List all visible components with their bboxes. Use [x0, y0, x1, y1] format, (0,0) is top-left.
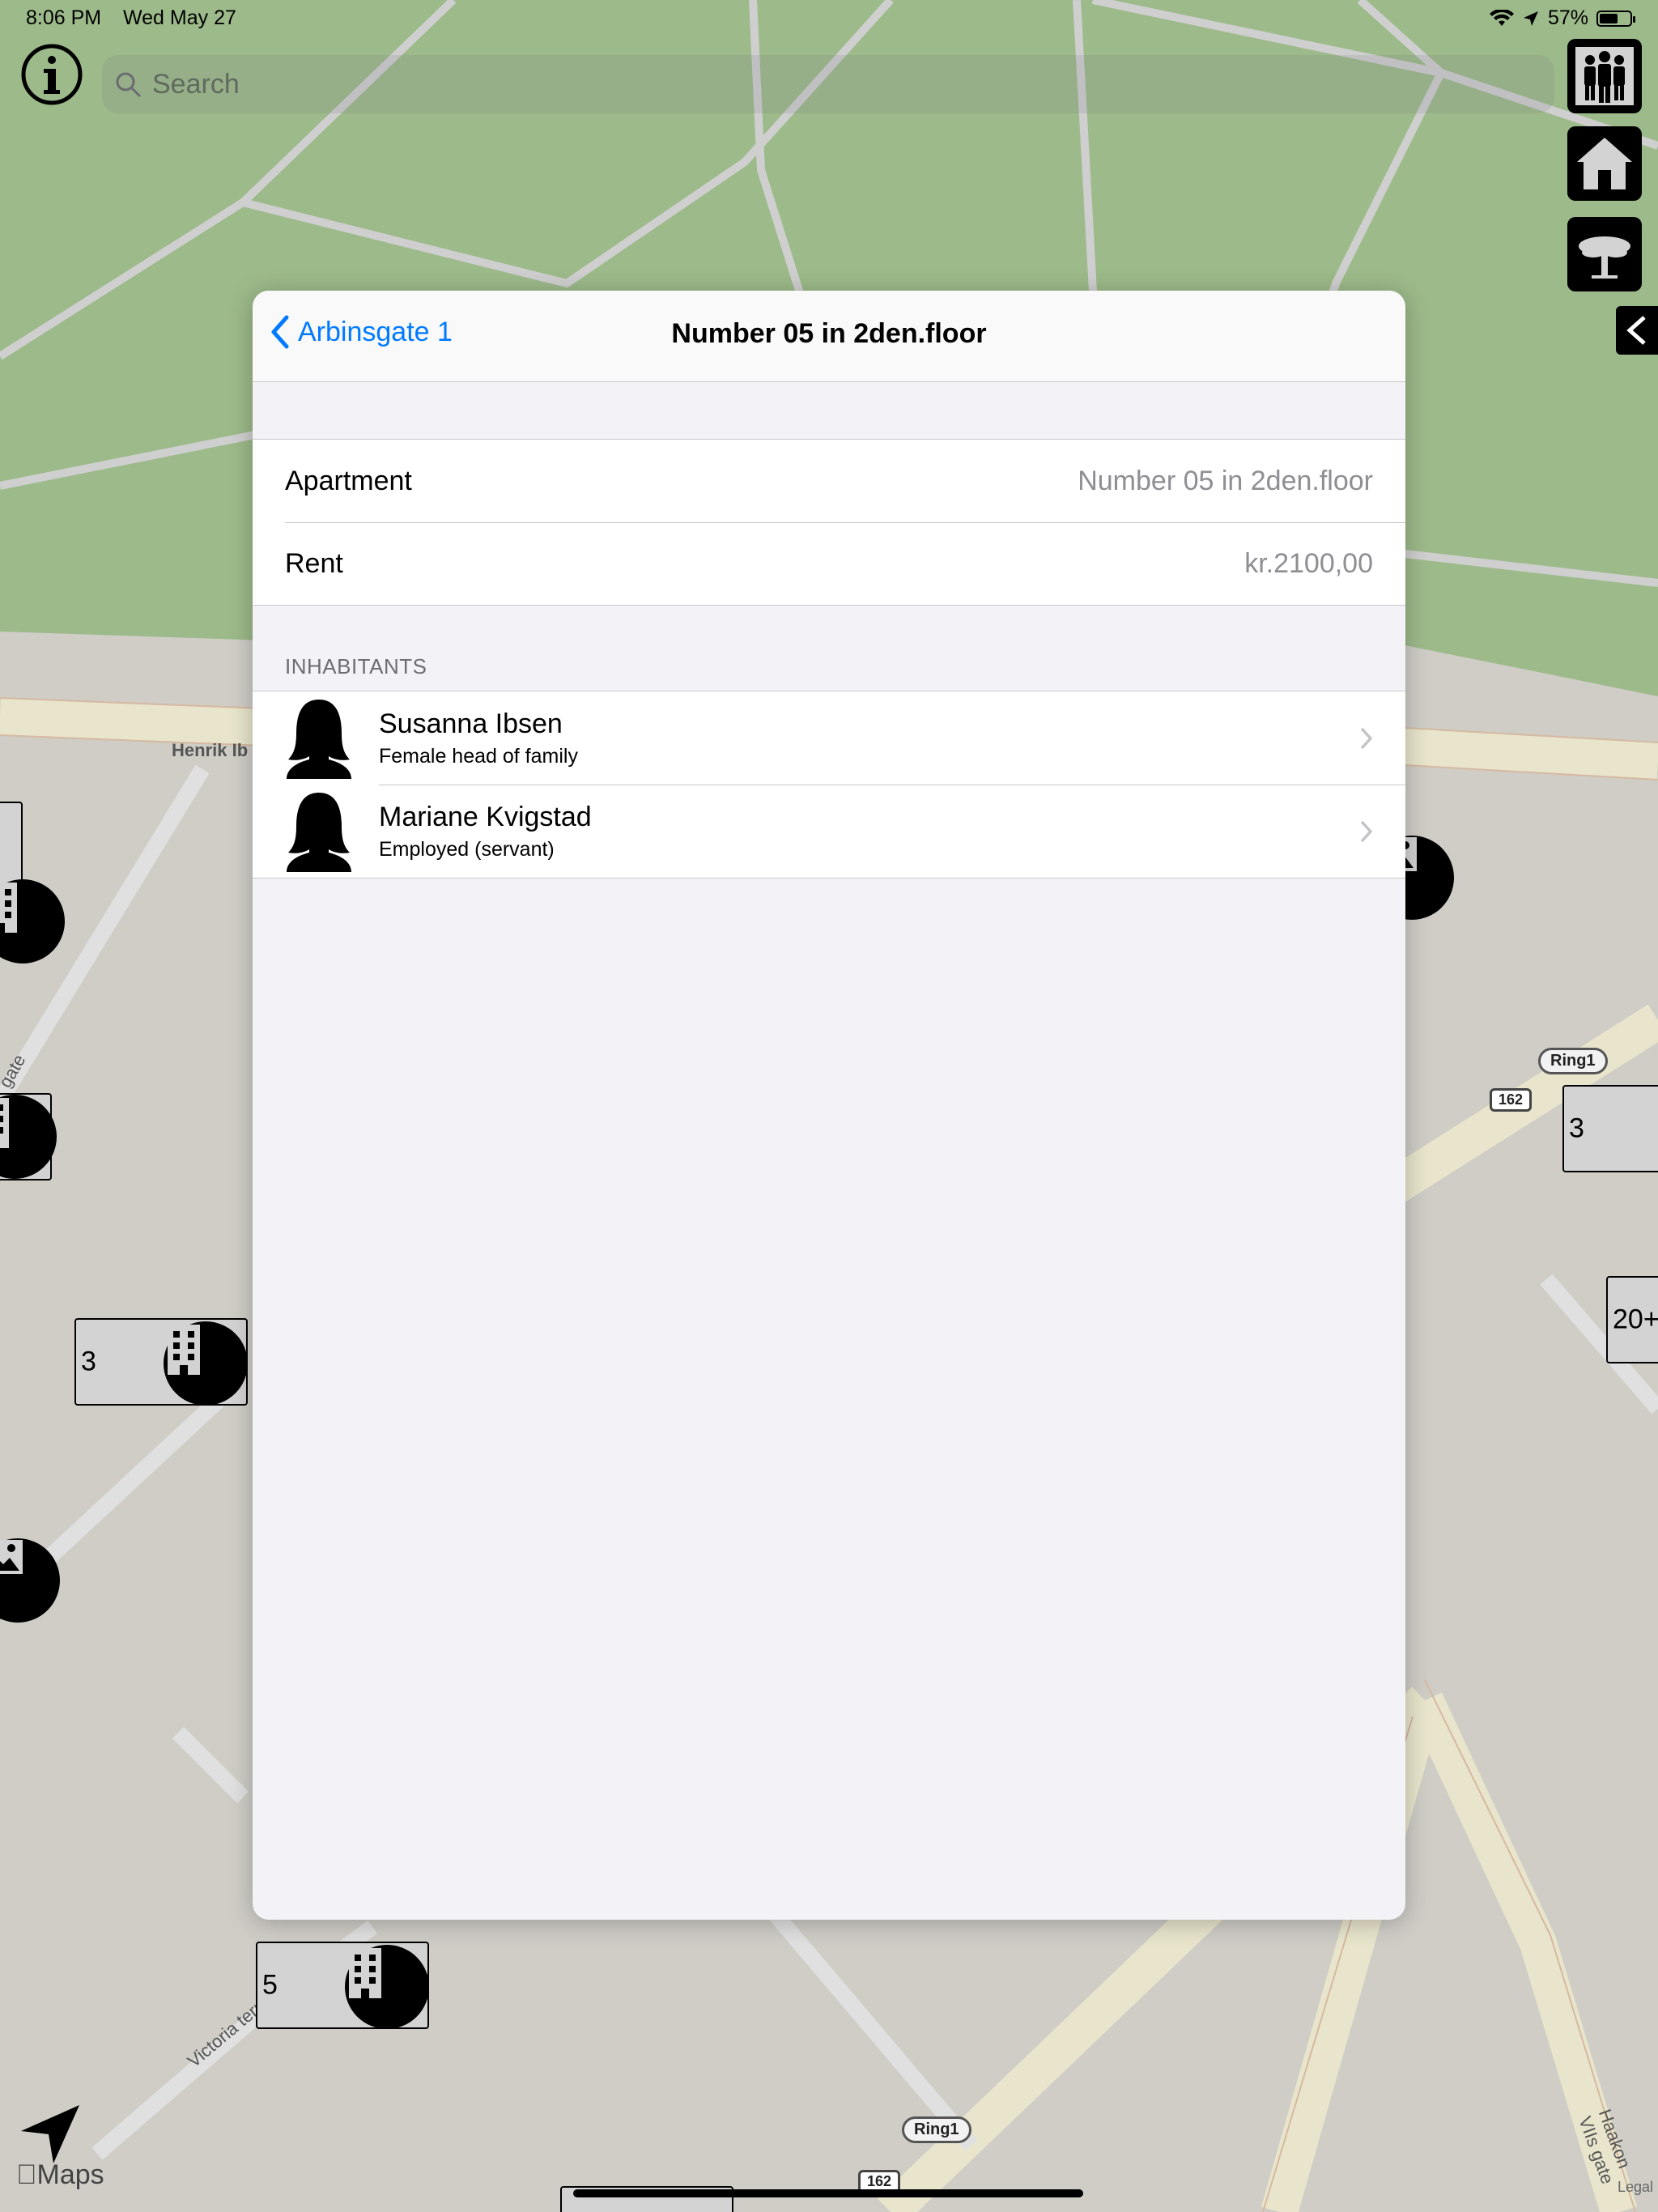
female-silhouette-icon	[287, 699, 351, 779]
status-time: 8:06 PM	[26, 6, 102, 29]
map-cluster[interactable]: 3	[1562, 1085, 1658, 1172]
people-icon	[1575, 47, 1634, 105]
cluster-count: 20+	[1613, 1304, 1658, 1335]
inhabitant-role: Employed (servant)	[379, 837, 555, 861]
status-date: Wed May 27	[123, 6, 236, 29]
battery-percent: 57%	[1547, 6, 1588, 29]
detail-label: Apartment	[285, 465, 412, 496]
chevron-right-icon	[1361, 727, 1372, 749]
search-bar[interactable]	[102, 55, 1554, 113]
photo-icon	[0, 1540, 23, 1574]
status-right: 57%	[1489, 6, 1635, 30]
search-icon	[116, 72, 141, 97]
detail-row-rent: Rent kr.2100,00	[253, 522, 1405, 605]
inhabitant-name: Mariane Kvigstad	[379, 801, 592, 832]
route-number: 162	[1490, 1088, 1533, 1112]
map-cluster[interactable]: 3	[74, 1318, 248, 1406]
search-input[interactable]	[151, 67, 1449, 101]
location-services-icon	[1523, 11, 1538, 26]
navigation-bar: Arbinsgate 1 Number 05 in 2den.floor	[253, 291, 1405, 382]
house-icon	[1577, 138, 1632, 189]
cluster-count: 3	[81, 1346, 96, 1377]
details-section: Apartment Number 05 in 2den.floor Rent k…	[253, 439, 1405, 606]
detail-label: Rent	[285, 547, 343, 579]
info-icon[interactable]	[19, 42, 84, 107]
home-indicator[interactable]	[573, 2189, 1083, 2197]
chevron-right-icon	[1361, 820, 1372, 842]
status-bar: 8:06 PM Wed May 27 57%	[0, 0, 1658, 39]
inhabitants-list: Susanna Ibsen Female head of family Mari…	[253, 691, 1405, 878]
battery-icon	[1596, 10, 1635, 27]
map-cluster[interactable]: 20+	[1606, 1276, 1658, 1363]
female-silhouette-icon	[287, 792, 351, 872]
route-shield: Ring1	[902, 2116, 971, 2143]
wifi-icon	[1489, 9, 1514, 26]
maps-brand-label: Maps	[16, 2159, 104, 2190]
legal-link[interactable]: Legal	[1618, 2179, 1653, 2196]
detail-value: Number 05 in 2den.floor	[1078, 465, 1373, 496]
inhabitant-role: Female head of family	[379, 744, 578, 768]
road-label: Henrik Ib	[172, 740, 249, 760]
modal-title: Number 05 in 2den.floor	[671, 318, 987, 349]
route-shield: Ring1	[1538, 1048, 1608, 1074]
detail-value: kr.2100,00	[1244, 547, 1373, 579]
map-cluster[interactable]	[0, 802, 23, 889]
cluster-count: 3	[1569, 1112, 1584, 1144]
inhabitant-name: Susanna Ibsen	[379, 708, 563, 739]
collapse-panel-button[interactable]	[1616, 306, 1658, 355]
chevron-left-icon	[1626, 316, 1646, 345]
maps-brand: Maps	[16, 2159, 104, 2191]
map-cluster[interactable]: 5	[256, 1942, 429, 2029]
apartment-detail-modal: Arbinsgate 1 Number 05 in 2den.floor Apa…	[253, 291, 1405, 1920]
buildings-layer-button[interactable]	[1567, 126, 1642, 201]
nature-layer-button[interactable]	[1567, 217, 1642, 291]
people-layer-button[interactable]	[1567, 39, 1642, 113]
inhabitant-row[interactable]: Mariane Kvigstad Employed (servant)	[253, 785, 1405, 878]
detail-row-apartment: Apartment Number 05 in 2den.floor	[253, 440, 1405, 522]
inhabitant-row[interactable]: Susanna Ibsen Female head of family	[253, 691, 1405, 785]
inhabitants-header: INHABITANTS	[285, 654, 427, 678]
location-arrow-icon[interactable]	[18, 2102, 83, 2167]
cluster-count: 5	[262, 1969, 278, 2001]
building-icon	[345, 1945, 429, 2029]
building-icon	[164, 1321, 248, 1406]
tree-icon	[1579, 236, 1630, 279]
